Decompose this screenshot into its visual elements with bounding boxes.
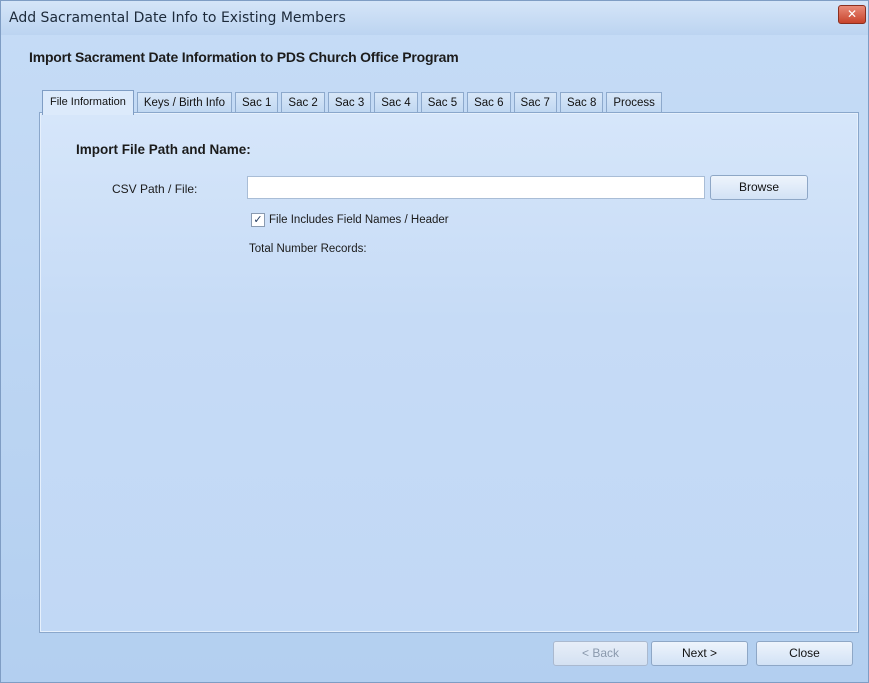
- csv-path-label: CSV Path / File:: [112, 182, 198, 196]
- total-records-label: Total Number Records:: [249, 243, 367, 255]
- tab-panel-file-information: Import File Path and Name: CSV Path / Fi…: [39, 112, 859, 633]
- tab-sac-3[interactable]: Sac 3: [327, 92, 372, 114]
- tab-sac-8[interactable]: Sac 8: [559, 92, 604, 114]
- header-checkbox[interactable]: ✓: [251, 213, 265, 227]
- window-title: Add Sacramental Date Info to Existing Me…: [9, 10, 346, 26]
- tab-sac-6[interactable]: Sac 6: [467, 92, 511, 114]
- title-bar[interactable]: Add Sacramental Date Info to Existing Me…: [1, 1, 868, 35]
- window-close-button[interactable]: ✕: [838, 5, 866, 24]
- back-button[interactable]: < Back: [553, 641, 648, 666]
- tab-sac-1[interactable]: Sac 1: [235, 92, 279, 114]
- browse-button[interactable]: Browse: [710, 175, 808, 200]
- tab-sac-2[interactable]: Sac 2: [281, 92, 325, 114]
- tab-process[interactable]: Process: [606, 92, 662, 114]
- next-button[interactable]: Next >: [651, 641, 748, 666]
- section-heading: Import File Path and Name:: [76, 142, 251, 157]
- header-checkbox-label[interactable]: File Includes Field Names / Header: [269, 214, 449, 226]
- close-button[interactable]: Close: [756, 641, 853, 666]
- dialog-window: Add Sacramental Date Info to Existing Me…: [0, 0, 869, 683]
- tab-sac-5[interactable]: Sac 5: [420, 92, 465, 114]
- tab-file-information[interactable]: File Information: [42, 90, 134, 115]
- tab-keys-birth-info[interactable]: Keys / Birth Info: [136, 92, 232, 114]
- tab-strip: File Information Keys / Birth Info Sac 1…: [42, 90, 665, 115]
- csv-path-input[interactable]: [247, 176, 705, 199]
- tab-sac-4[interactable]: Sac 4: [374, 92, 418, 114]
- page-title: Import Sacrament Date Information to PDS…: [29, 49, 459, 65]
- tab-sac-7[interactable]: Sac 7: [513, 92, 557, 114]
